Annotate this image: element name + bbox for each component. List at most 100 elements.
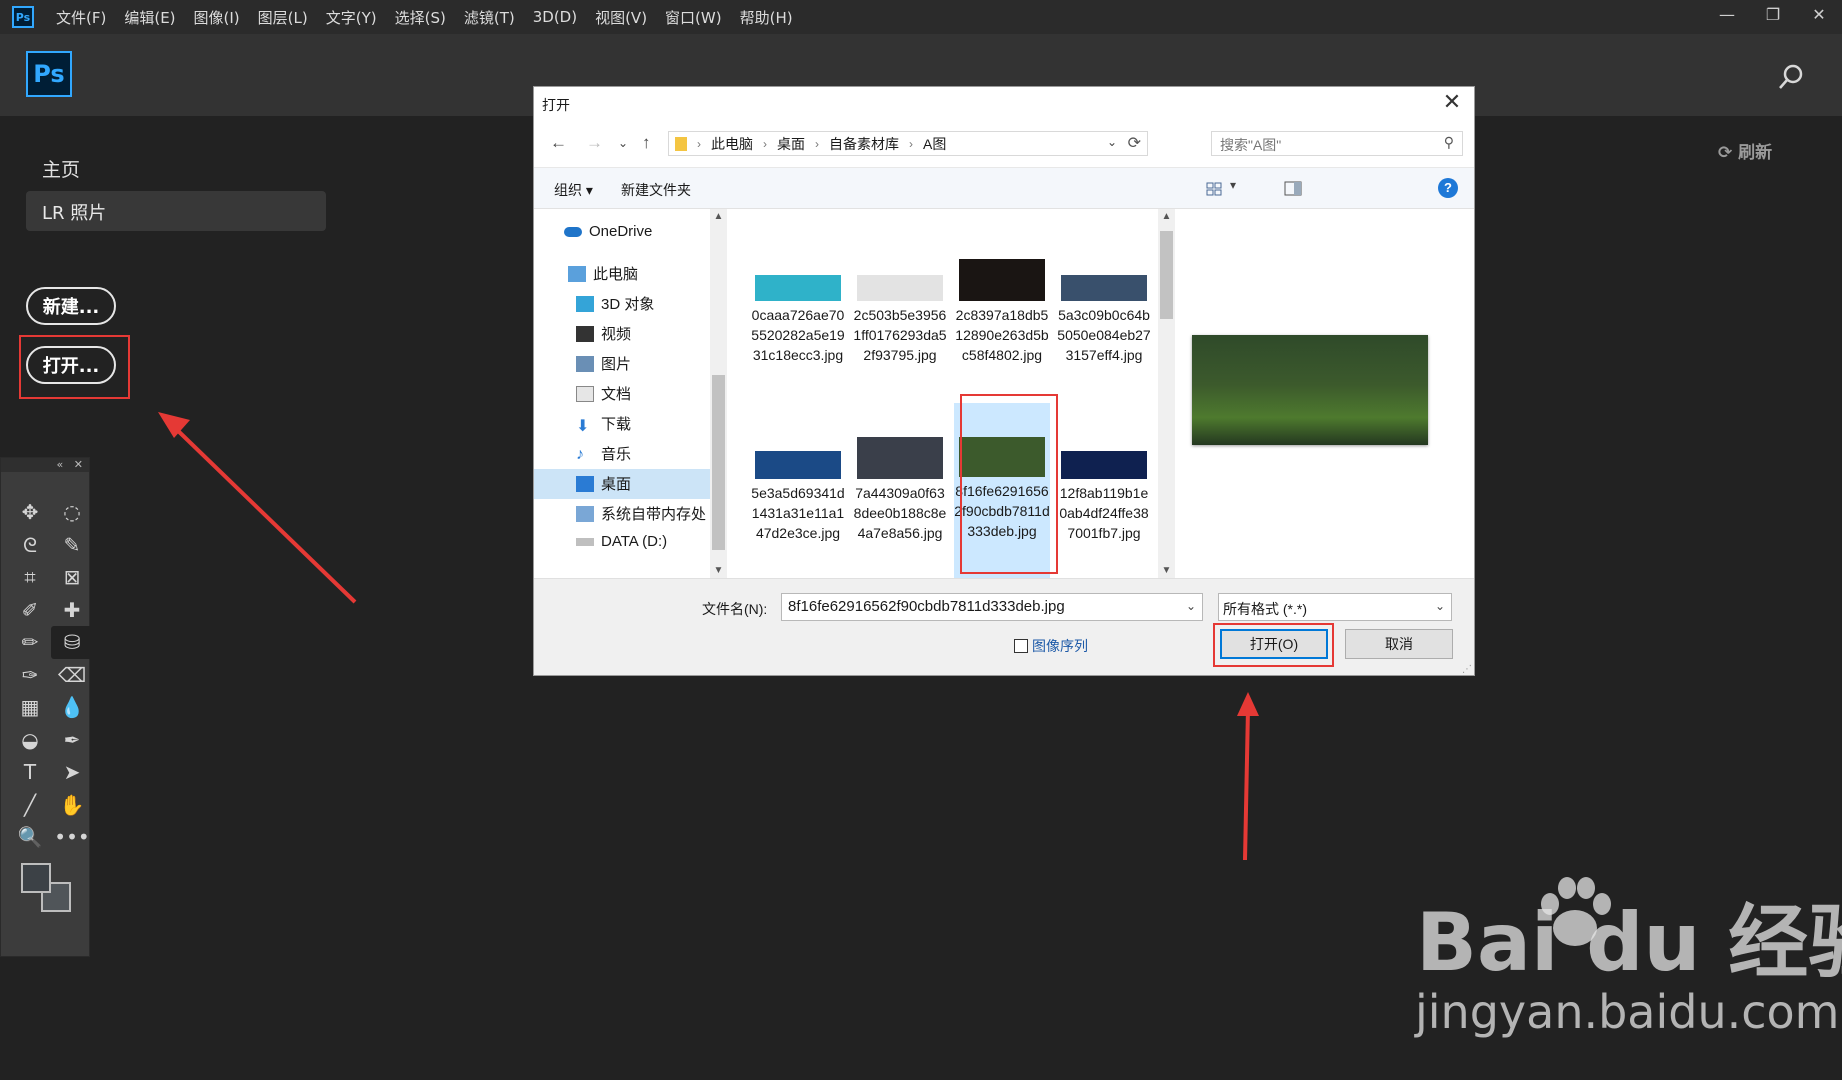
new-folder-button[interactable]: 新建文件夹 xyxy=(621,180,691,200)
refresh-button[interactable]: ⟳ 刷新 xyxy=(1718,138,1772,163)
nav-pictures[interactable]: 图片 xyxy=(576,353,631,374)
view-options-icon[interactable] xyxy=(1206,181,1222,197)
menu-image[interactable]: 图像(I) xyxy=(194,7,240,28)
toolbox-header[interactable]: « ✕ xyxy=(1,458,89,472)
search-icon[interactable] xyxy=(1776,62,1806,92)
view-dropdown-icon[interactable]: ▾ xyxy=(1230,178,1236,192)
breadcrumb-desktop[interactable]: 桌面 xyxy=(777,134,805,154)
dialog-cancel-button[interactable]: 取消 xyxy=(1345,629,1453,659)
organize-menu[interactable]: 组织 ▾ xyxy=(554,180,593,200)
move-tool-icon[interactable]: ✥ xyxy=(9,496,51,529)
path-select-tool-icon[interactable]: ➤ xyxy=(51,756,93,789)
collapse-icon[interactable]: « xyxy=(57,458,64,471)
filetype-select[interactable]: 所有格式 (*.*) ⌄ xyxy=(1218,593,1452,621)
address-refresh-icon[interactable]: ⟳ xyxy=(1128,133,1141,153)
scroll-down-icon[interactable]: ▼ xyxy=(1158,565,1175,576)
scroll-up-icon[interactable]: ▲ xyxy=(1158,211,1175,222)
more-tools-icon[interactable]: ••• xyxy=(51,821,93,854)
nav-3d-objects[interactable]: 3D 对象 xyxy=(576,293,654,314)
healing-brush-tool-icon[interactable]: ✚ xyxy=(51,594,93,627)
type-tool-icon[interactable]: T xyxy=(9,756,51,789)
breadcrumb-a-folder[interactable]: A图 xyxy=(923,134,946,154)
filename-input[interactable]: 8f16fe62916562f90cbdb7811d333deb.jpg ⌄ xyxy=(781,593,1203,621)
search-input[interactable]: 搜索"A图" ⚲ xyxy=(1211,131,1463,156)
menu-view[interactable]: 视图(V) xyxy=(595,7,647,28)
foreground-color-swatch[interactable] xyxy=(21,863,51,893)
file-tile[interactable]: 12f8ab119b1e0ab4df24ffe387001fb7.jpg xyxy=(1056,451,1152,543)
address-bar[interactable]: › 此电脑 › 桌面 › 自备素材库 › A图 ⌄ ⟳ xyxy=(668,131,1148,156)
pen-tool-icon[interactable]: ✒ xyxy=(51,724,93,757)
menu-edit[interactable]: 编辑(E) xyxy=(124,7,175,28)
frame-tool-icon[interactable]: ⊠ xyxy=(51,561,93,594)
forward-arrow-icon[interactable]: → xyxy=(586,133,603,153)
marquee-tool-icon[interactable]: ◌ xyxy=(51,496,93,529)
line-tool-icon[interactable]: ╱ xyxy=(9,789,51,822)
nav-onedrive[interactable]: OneDrive xyxy=(564,223,652,240)
eraser-tool-icon[interactable]: ⌫ xyxy=(51,659,93,692)
nav-data-drive[interactable]: DATA (D:) xyxy=(576,533,667,550)
eyedropper-tool-icon[interactable]: ✐ xyxy=(9,594,51,627)
close-icon[interactable]: ✕ xyxy=(74,458,83,471)
menu-window[interactable]: 窗口(W) xyxy=(665,7,722,28)
brush-tool-icon[interactable]: ✏ xyxy=(9,626,51,659)
help-icon[interactable]: ? xyxy=(1438,178,1458,198)
breadcrumb-library[interactable]: 自备素材库 xyxy=(829,134,899,154)
minimize-button[interactable]: — xyxy=(1704,0,1750,28)
file-tile[interactable]: 7a44309a0f638dee0b188c8e4a7e8a56.jpg xyxy=(852,437,948,543)
menu-3d[interactable]: 3D(D) xyxy=(533,8,577,26)
chevron-down-icon[interactable]: ⌄ xyxy=(1435,599,1445,613)
blur-tool-icon[interactable]: 💧 xyxy=(51,691,93,724)
zoom-tool-icon[interactable]: 🔍 xyxy=(9,821,51,854)
file-tile[interactable]: 5a3c09b0c64b5050e084eb273157eff4.jpg xyxy=(1056,275,1152,365)
new-button[interactable]: 新建... xyxy=(26,287,116,325)
nav-desktop[interactable]: 桌面 xyxy=(576,473,631,494)
dodge-tool-icon[interactable]: ◒ xyxy=(9,724,51,757)
scroll-up-icon[interactable]: ▲ xyxy=(710,211,727,222)
image-sequence-checkbox[interactable] xyxy=(1014,639,1028,653)
breadcrumb-this-pc[interactable]: 此电脑 xyxy=(711,134,753,154)
scroll-down-icon[interactable]: ▼ xyxy=(710,565,727,576)
nav-videos[interactable]: 视频 xyxy=(576,323,631,344)
recent-dropdown-icon[interactable]: ⌄ xyxy=(618,136,628,150)
crop-tool-icon[interactable]: ⌗ xyxy=(9,561,51,594)
close-window-button[interactable]: ✕ xyxy=(1796,0,1842,28)
stamp-tool-icon[interactable]: ⛁ xyxy=(51,626,93,659)
history-brush-tool-icon[interactable]: ✑ xyxy=(9,659,51,692)
nav-documents[interactable]: 文档 xyxy=(576,383,631,404)
quick-select-tool-icon[interactable]: ✎ xyxy=(51,529,93,562)
nav-system-drive[interactable]: 系统自带内存处 xyxy=(576,503,706,524)
menu-file[interactable]: 文件(F) xyxy=(56,7,106,28)
gradient-tool-icon[interactable]: ▦ xyxy=(9,691,51,724)
menu-type[interactable]: 文字(Y) xyxy=(326,7,377,28)
file-scrollbar[interactable]: ▲ ▼ xyxy=(1158,209,1175,578)
file-scroll-thumb[interactable] xyxy=(1160,231,1173,319)
file-tile[interactable]: 5e3a5d69341d1431a31e11a147d2e3ce.jpg xyxy=(750,451,846,543)
back-arrow-icon[interactable]: ← xyxy=(550,133,567,153)
file-tile[interactable]: 0caaa726ae705520282a5e1931c18ecc3.jpg xyxy=(750,275,846,365)
nav-this-pc[interactable]: 此电脑 xyxy=(568,263,638,284)
image-sequence-option[interactable]: 图像序列 xyxy=(1014,636,1088,656)
nav-downloads[interactable]: ⬇ 下载 xyxy=(576,413,631,435)
file-tile[interactable]: 2c8397a18db512890e263d5bc58f4802.jpg xyxy=(954,259,1050,365)
chevron-down-icon[interactable]: ⌄ xyxy=(1186,599,1196,613)
dialog-close-button[interactable]: ✕ xyxy=(1438,89,1466,115)
hand-tool-icon[interactable]: ✋ xyxy=(51,789,93,822)
nav-home[interactable]: 主页 xyxy=(42,155,80,182)
nav-lr-photos[interactable]: LR 照片 xyxy=(26,191,326,231)
nav-music[interactable]: ♪ 音乐 xyxy=(576,443,631,464)
restore-button[interactable]: ❐ xyxy=(1750,0,1796,28)
preview-pane-icon[interactable] xyxy=(1284,181,1302,196)
resize-grip-icon[interactable]: ⋰ xyxy=(1462,664,1472,675)
file-tile[interactable]: 2c503b5e39561ff0176293da52f93795.jpg xyxy=(852,275,948,365)
menu-select[interactable]: 选择(S) xyxy=(395,7,446,28)
menu-help[interactable]: 帮助(H) xyxy=(740,7,793,28)
address-dropdown-icon[interactable]: ⌄ xyxy=(1107,135,1117,149)
file-list: 0caaa726ae705520282a5e1931c18ecc3.jpg 2c… xyxy=(728,209,1175,579)
menu-filter[interactable]: 滤镜(T) xyxy=(464,7,515,28)
lasso-tool-icon[interactable]: ᘓ xyxy=(9,529,51,562)
up-arrow-icon[interactable]: ↑ xyxy=(642,133,651,153)
nav-scrollbar[interactable]: ▲ ▼ xyxy=(710,209,727,578)
nav-scroll-thumb[interactable] xyxy=(712,375,725,550)
search-icon[interactable]: ⚲ xyxy=(1444,134,1454,151)
menu-layer[interactable]: 图层(L) xyxy=(258,7,308,28)
